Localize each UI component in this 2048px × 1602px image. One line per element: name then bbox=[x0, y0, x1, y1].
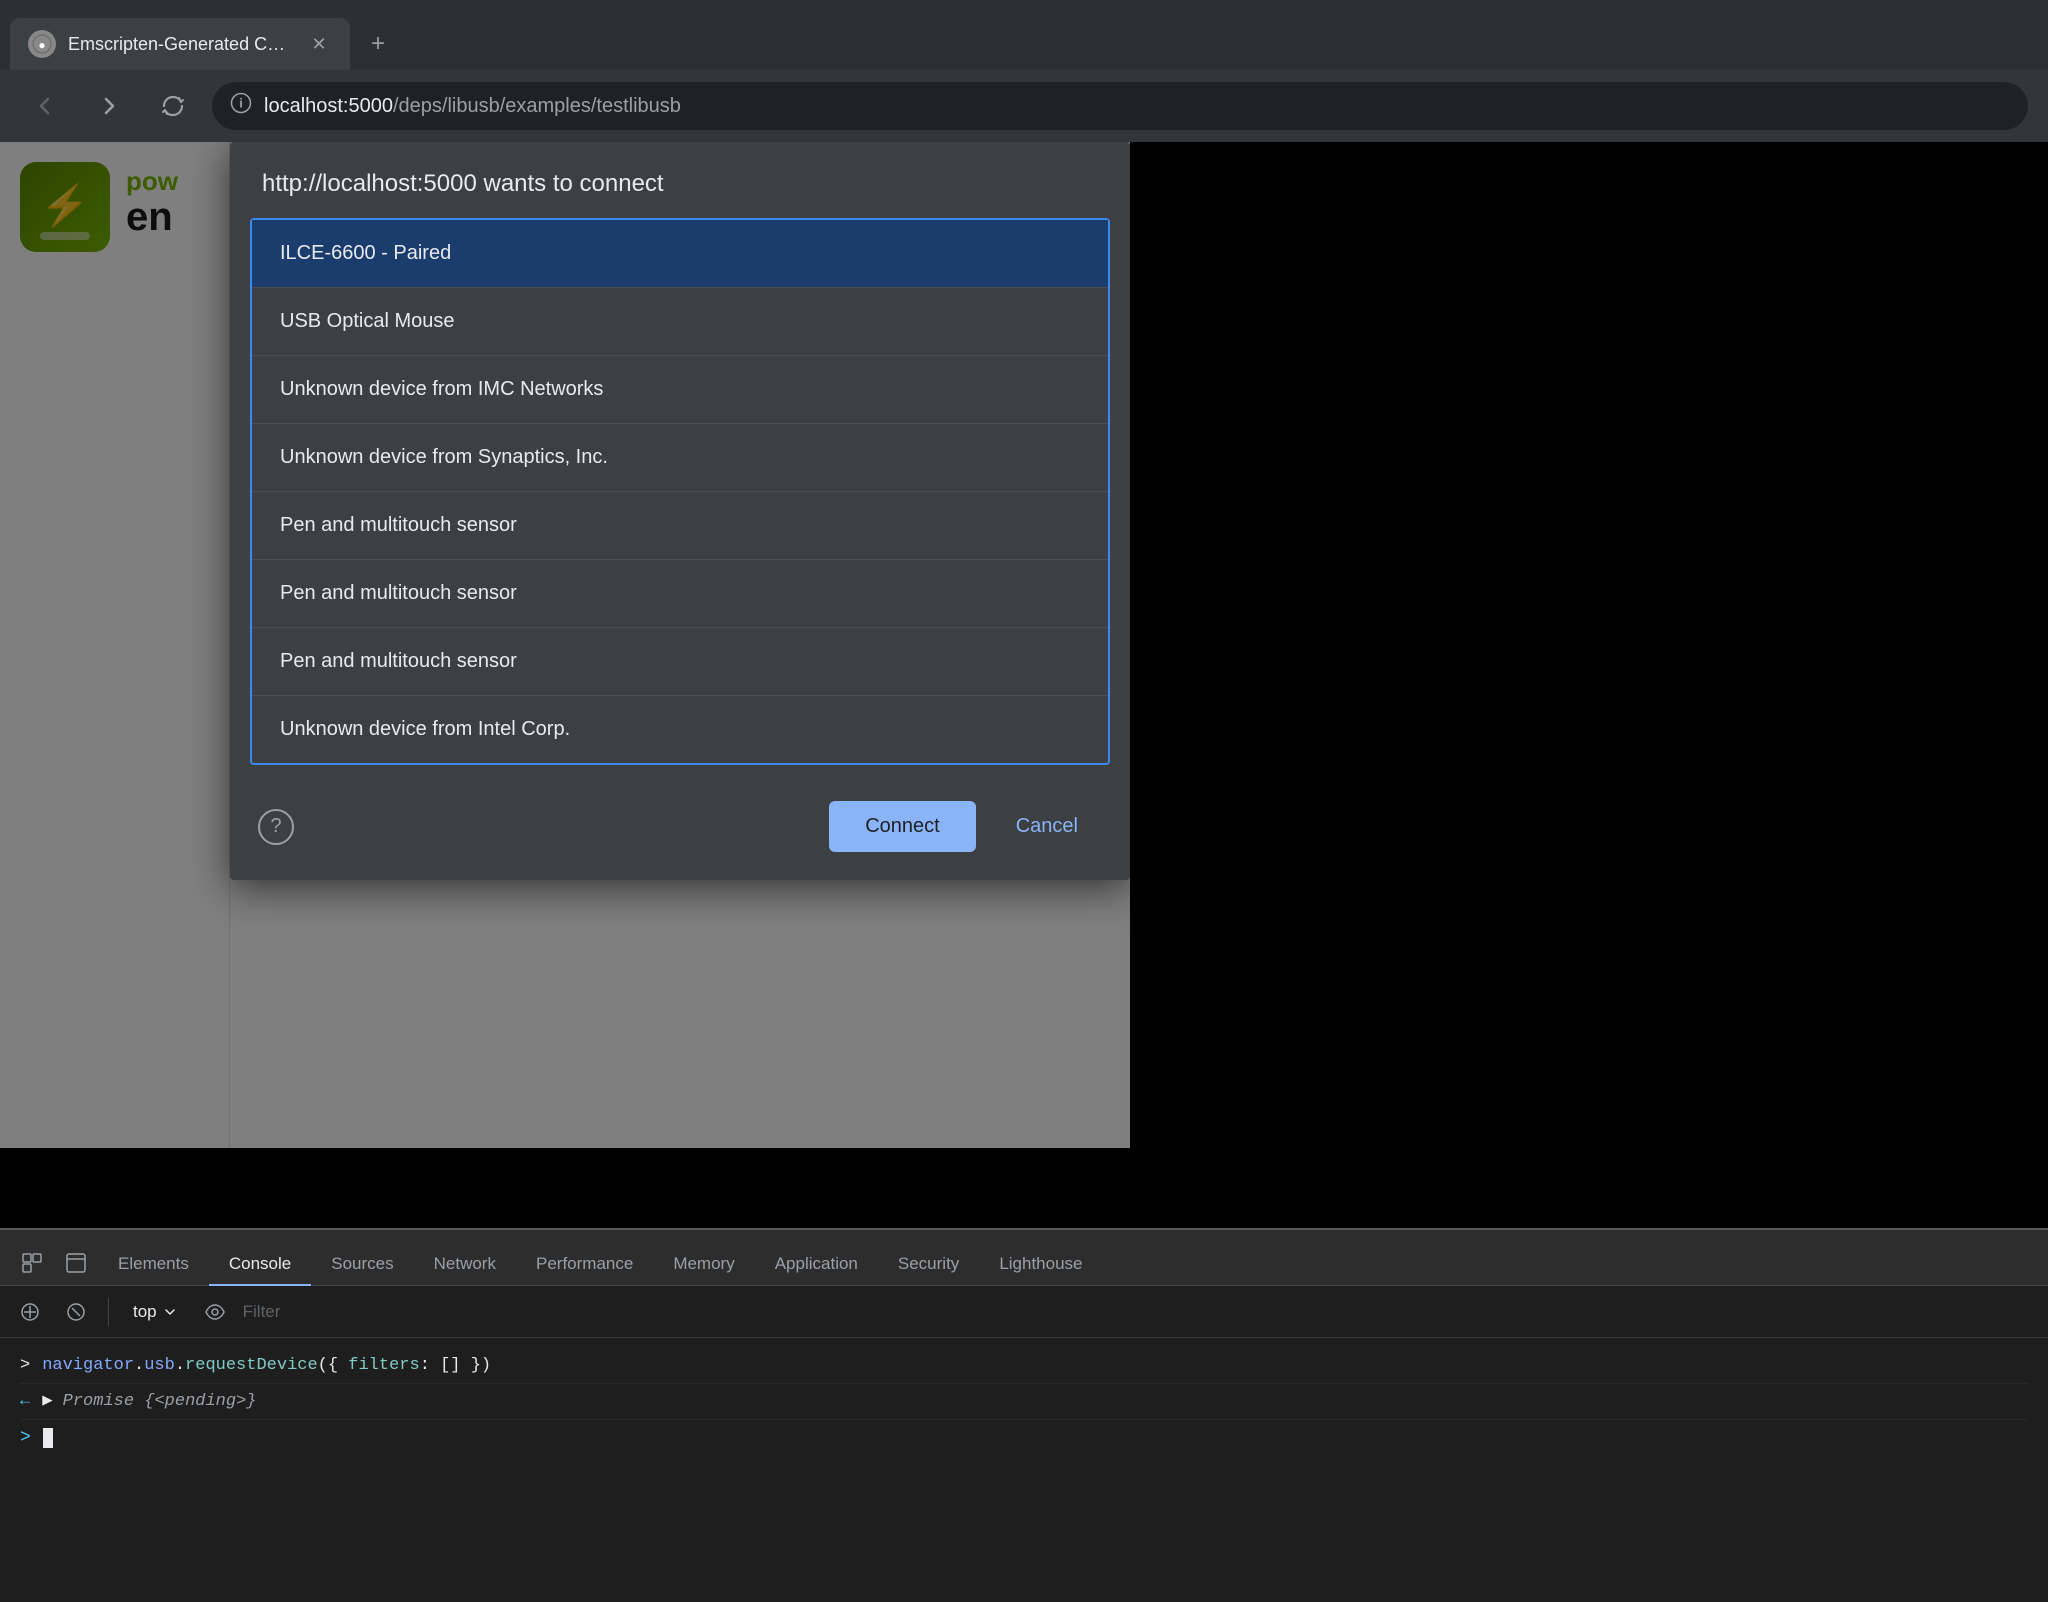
eye-visibility-button[interactable] bbox=[197, 1294, 233, 1330]
devtools-tab-security[interactable]: Security bbox=[878, 1244, 979, 1286]
console-promise-result: ▶ Promise {<pending>} bbox=[42, 1388, 256, 1415]
dialog-title: http://localhost:5000 wants to connect bbox=[230, 142, 1130, 218]
forward-button[interactable] bbox=[84, 81, 134, 131]
console-filter-input[interactable] bbox=[243, 1302, 2036, 1322]
dialog-footer: ? Connect Cancel bbox=[230, 785, 1130, 880]
device-name: USB Optical Mouse bbox=[280, 310, 455, 332]
dialog-buttons: Connect Cancel bbox=[829, 801, 1102, 852]
toolbar-divider bbox=[108, 1298, 109, 1326]
device-item[interactable]: ILCE-6600 - Paired bbox=[252, 220, 1108, 288]
console-clear-button[interactable] bbox=[12, 1294, 48, 1330]
device-name: Unknown device from Synaptics, Inc. bbox=[280, 446, 608, 468]
devtools-select-button[interactable] bbox=[10, 1241, 54, 1285]
device-list: ILCE-6600 - Paired USB Optical Mouse Unk… bbox=[250, 218, 1110, 765]
svg-text:●: ● bbox=[38, 38, 45, 52]
device-name: Pen and multitouch sensor bbox=[280, 582, 517, 604]
console-entry-input: > navigator.usb.requestDevice({ filters:… bbox=[20, 1348, 2028, 1384]
console-input-arrow: > bbox=[20, 1352, 30, 1379]
device-item[interactable]: Pen and multitouch sensor bbox=[252, 628, 1108, 696]
devtools-tab-performance[interactable]: Performance bbox=[516, 1244, 653, 1286]
devtools-tab-console[interactable]: Console bbox=[209, 1244, 311, 1286]
tab-title: Emscripten-Generated Code bbox=[68, 34, 294, 55]
device-item[interactable]: Unknown device from Intel Corp. bbox=[252, 696, 1108, 763]
device-item[interactable]: Unknown device from IMC Networks bbox=[252, 356, 1108, 424]
cancel-button[interactable]: Cancel bbox=[992, 801, 1102, 852]
device-name: Unknown device from Intel Corp. bbox=[280, 718, 570, 740]
tab-bar: ● Emscripten-Generated Code ✕ + bbox=[0, 0, 2048, 70]
devtools-toolbar: top bbox=[0, 1286, 2048, 1338]
svg-text:i: i bbox=[239, 96, 243, 111]
tab-favicon: ● bbox=[28, 30, 56, 58]
address-url: localhost:5000/deps/libusb/examples/test… bbox=[264, 95, 2010, 118]
console-code: navigator.usb.requestDevice({ filters: [… bbox=[42, 1352, 491, 1379]
devtools-tab-lighthouse[interactable]: Lighthouse bbox=[979, 1244, 1102, 1286]
console-input-line[interactable]: > bbox=[20, 1420, 2028, 1456]
tab-close-button[interactable]: ✕ bbox=[306, 31, 332, 57]
devtools-dock-button[interactable] bbox=[54, 1241, 98, 1285]
new-tab-button[interactable]: + bbox=[356, 22, 400, 66]
url-path: /deps/libusb/examples/testlibusb bbox=[393, 95, 681, 117]
devtools-tab-elements[interactable]: Elements bbox=[98, 1244, 209, 1286]
console-cursor bbox=[43, 1428, 53, 1448]
top-context-selector[interactable]: top bbox=[123, 1298, 187, 1326]
devtools-tab-sources[interactable]: Sources bbox=[311, 1244, 413, 1286]
url-domain: localhost:5000 bbox=[264, 95, 393, 117]
devtools-tabs: Elements Console Sources Network Perform… bbox=[0, 1230, 2048, 1286]
help-icon[interactable]: ? bbox=[258, 809, 294, 845]
nav-bar: i localhost:5000/deps/libusb/examples/te… bbox=[0, 70, 2048, 142]
address-info-icon: i bbox=[230, 92, 252, 120]
device-name: Pen and multitouch sensor bbox=[280, 650, 517, 672]
device-name: Pen and multitouch sensor bbox=[280, 514, 517, 536]
devtools-tab-network[interactable]: Network bbox=[414, 1244, 516, 1286]
browser-tab[interactable]: ● Emscripten-Generated Code ✕ bbox=[10, 18, 350, 70]
device-name: ILCE-6600 - Paired bbox=[280, 242, 451, 264]
connect-button[interactable]: Connect bbox=[829, 801, 976, 852]
device-name: Unknown device from IMC Networks bbox=[280, 378, 603, 400]
top-context-label: top bbox=[133, 1302, 157, 1322]
devtools-console: > navigator.usb.requestDevice({ filters:… bbox=[0, 1338, 2048, 1602]
usb-device-dialog: http://localhost:5000 wants to connect I… bbox=[230, 142, 1130, 880]
devtools-tab-application[interactable]: Application bbox=[755, 1244, 878, 1286]
console-prompt: > bbox=[20, 1428, 31, 1448]
browser-chrome: ● Emscripten-Generated Code ✕ + bbox=[0, 0, 2048, 142]
main-content: pow en http://localhost:5000 wants to co… bbox=[0, 142, 2048, 1228]
device-item[interactable]: USB Optical Mouse bbox=[252, 288, 1108, 356]
device-item[interactable]: Pen and multitouch sensor bbox=[252, 492, 1108, 560]
device-item[interactable]: Unknown device from Synaptics, Inc. bbox=[252, 424, 1108, 492]
devtools-tab-memory[interactable]: Memory bbox=[653, 1244, 754, 1286]
address-bar[interactable]: i localhost:5000/deps/libusb/examples/te… bbox=[212, 82, 2028, 130]
console-result-arrow: ← bbox=[20, 1388, 30, 1415]
reload-button[interactable] bbox=[148, 81, 198, 131]
device-item[interactable]: Pen and multitouch sensor bbox=[252, 560, 1108, 628]
devtools-panel: Elements Console Sources Network Perform… bbox=[0, 1228, 2048, 1602]
console-entry-promise: ← ▶ Promise {<pending>} bbox=[20, 1384, 2028, 1420]
console-stop-button[interactable] bbox=[58, 1294, 94, 1330]
back-button[interactable] bbox=[20, 81, 70, 131]
